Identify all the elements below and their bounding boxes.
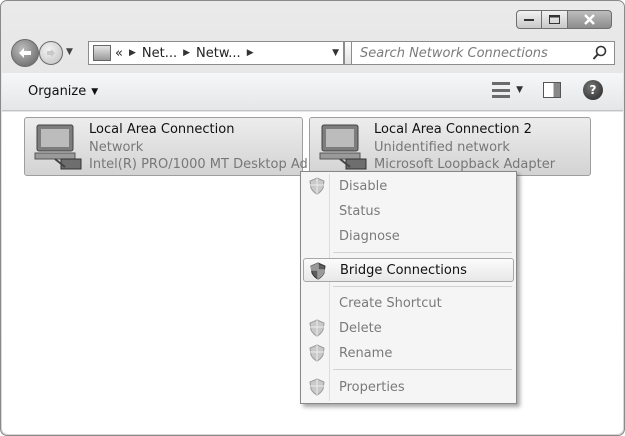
uac-shield-icon xyxy=(309,378,325,396)
breadcrumb-separator-icon[interactable]: ▶ xyxy=(129,48,136,58)
toolbar-right-group: ▼ ? xyxy=(492,80,603,100)
caption-buttons xyxy=(516,10,612,29)
search-input[interactable]: Search Network Connections xyxy=(351,41,615,65)
maximize-button[interactable] xyxy=(542,10,568,29)
connection-item[interactable]: Local Area Connection 2 Unidentified net… xyxy=(309,117,591,176)
connection-status: Unidentified network xyxy=(374,139,510,155)
chevron-down-icon: ▼ xyxy=(91,86,99,97)
search-icon[interactable] xyxy=(592,45,608,61)
close-icon xyxy=(584,14,595,25)
minimize-icon xyxy=(524,18,534,21)
breadcrumb-separator-icon[interactable]: ▶ xyxy=(183,48,190,58)
help-icon[interactable]: ? xyxy=(583,80,603,100)
menu-item-label: Status xyxy=(339,203,381,219)
menu-item-label: Properties xyxy=(339,379,405,395)
menu-item-bridge-connections[interactable]: Bridge Connections xyxy=(303,258,514,282)
breadcrumb-2[interactable]: Netw... xyxy=(196,46,241,61)
preview-pane-icon[interactable] xyxy=(543,82,561,98)
connection-status: Network xyxy=(89,139,144,155)
change-view-icon[interactable] xyxy=(492,82,511,98)
organize-label: Organize xyxy=(28,84,87,99)
close-button[interactable] xyxy=(568,10,612,29)
menu-item-rename[interactable]: Rename xyxy=(303,341,514,365)
forward-arrow-icon xyxy=(47,49,55,57)
connection-item[interactable]: Local Area Connection Network Intel(R) P… xyxy=(24,117,320,176)
connection-name: Local Area Connection 2 xyxy=(374,122,532,137)
menu-item-label: Disable xyxy=(339,178,388,194)
address-dropdown-icon[interactable]: ▼ xyxy=(332,48,339,58)
menu-separator xyxy=(333,252,512,253)
network-connections-window: ▼ « ▶ Net... ▶ Netw... ▶ ▼ Search Networ… xyxy=(0,0,625,436)
network-folder-icon xyxy=(93,45,111,61)
menu-item-properties[interactable]: Properties xyxy=(303,375,514,399)
menu-item-label: Bridge Connections xyxy=(340,262,467,278)
address-bar[interactable]: « ▶ Net... ▶ Netw... ▶ ▼ xyxy=(88,41,344,65)
menu-separator xyxy=(333,286,512,287)
menu-item-label: Rename xyxy=(339,345,393,361)
minimize-button[interactable] xyxy=(516,10,542,29)
uac-shield-icon xyxy=(310,262,326,280)
connection-name: Local Area Connection xyxy=(89,122,235,137)
command-bar: Organize ▼ ▼ ? xyxy=(2,73,623,111)
connection-details: Local Area Connection Network Intel(R) P… xyxy=(89,121,320,174)
uac-shield-icon xyxy=(309,319,325,337)
connection-details: Local Area Connection 2 Unidentified net… xyxy=(374,121,555,174)
network-adapter-icon xyxy=(319,124,367,170)
network-adapter-icon xyxy=(34,124,82,170)
back-arrow-icon xyxy=(19,48,31,58)
menu-item-create-shortcut[interactable]: Create Shortcut xyxy=(303,291,514,315)
menu-item-disable[interactable]: Disable xyxy=(303,174,514,198)
uac-shield-icon xyxy=(309,344,325,362)
menu-item-delete[interactable]: Delete xyxy=(303,316,514,340)
breadcrumb-separator-icon[interactable]: ▶ xyxy=(247,48,254,58)
view-options-dropdown-icon[interactable]: ▼ xyxy=(516,85,523,95)
search-placeholder: Search Network Connections xyxy=(360,45,548,61)
connection-adapter: Intel(R) PRO/1000 MT Desktop Ad... xyxy=(89,157,321,172)
context-menu: Disable Status Diagnose Bridge Connectio… xyxy=(300,171,517,404)
menu-separator xyxy=(333,369,512,370)
forward-button[interactable] xyxy=(39,41,63,65)
navigation-bar: ▼ « ▶ Net... ▶ Netw... ▶ ▼ Search Networ… xyxy=(11,39,615,69)
menu-item-status[interactable]: Status xyxy=(303,199,514,223)
organize-menu-button[interactable]: Organize ▼ xyxy=(28,84,98,99)
recent-pages-dropdown[interactable]: ▼ xyxy=(66,47,73,57)
address-overflow[interactable]: « xyxy=(115,46,123,61)
menu-item-diagnose[interactable]: Diagnose xyxy=(303,224,514,248)
uac-shield-icon xyxy=(309,177,325,195)
back-button[interactable] xyxy=(11,39,39,67)
menu-item-label: Create Shortcut xyxy=(339,295,442,311)
menu-item-label: Diagnose xyxy=(339,228,400,244)
maximize-icon xyxy=(549,15,560,24)
menu-item-label: Delete xyxy=(339,320,382,336)
breadcrumb-1[interactable]: Net... xyxy=(142,46,177,61)
